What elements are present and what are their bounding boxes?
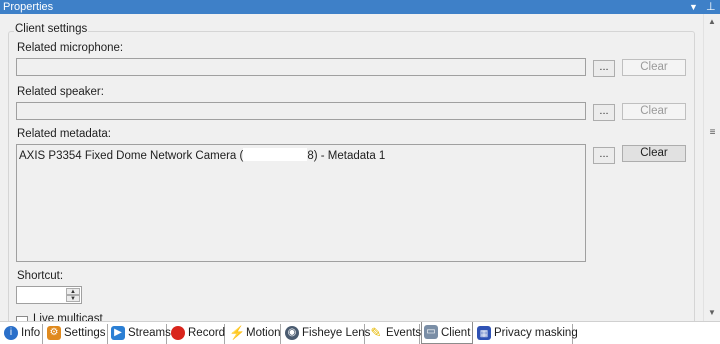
pin-icon[interactable]: ⊥ <box>706 0 716 14</box>
speaker-browse-button[interactable]: ... <box>593 104 615 121</box>
scroll-down-icon[interactable]: ▼ <box>704 305 720 321</box>
speaker-clear-button[interactable]: Clear <box>622 103 686 120</box>
tab-privacy-masking[interactable]: ▦ Privacy masking <box>475 324 578 344</box>
tab-fisheye-lens[interactable]: ◉ Fisheye Lens <box>283 324 370 344</box>
tab-record[interactable]: Record <box>169 324 225 344</box>
panel-title: Properties <box>3 1 54 13</box>
tab-client[interactable]: ▭ Client <box>421 322 473 344</box>
tab-info[interactable]: i Info <box>2 324 43 344</box>
tab-label: Events <box>386 327 422 339</box>
tab-label: Settings <box>64 327 106 339</box>
info-icon: i <box>4 326 18 340</box>
microphone-label: Related microphone: <box>17 42 124 54</box>
microphone-field[interactable] <box>16 58 586 76</box>
metadata-label: Related metadata: <box>17 128 111 140</box>
speaker-label: Related speaker: <box>17 86 104 98</box>
metadata-value-prefix: AXIS P3354 Fixed Dome Network Camera ( <box>19 150 244 162</box>
metadata-value-suffix: 8) - Metadata 1 <box>307 150 386 162</box>
chevron-down-icon[interactable]: ▼ <box>689 0 698 14</box>
speaker-field[interactable] <box>16 102 586 120</box>
settings-gear-icon: ⚙ <box>47 326 61 340</box>
fisheye-lens-icon: ◉ <box>285 326 299 340</box>
metadata-list[interactable]: AXIS P3354 Fixed Dome Network Camera ( 8)… <box>16 144 586 262</box>
tab-motion[interactable]: ⚡ Motion <box>227 324 281 344</box>
tab-label: Motion <box>246 327 281 339</box>
property-tab-bar: i Info ⚙ Settings ▶ Streams Record ⚡ Mot… <box>0 321 720 344</box>
tab-label: Streams <box>128 327 171 339</box>
stepper-down-icon[interactable]: ▼ <box>66 295 80 302</box>
record-icon <box>171 326 185 340</box>
vertical-scrollbar[interactable]: ▲ ≡ ▼ <box>703 14 720 321</box>
tab-label: Privacy masking <box>494 327 578 339</box>
scroll-grip-icon[interactable]: ≡ <box>708 128 717 138</box>
stepper-up-icon[interactable]: ▲ <box>66 288 80 295</box>
shortcut-label: Shortcut: <box>17 270 64 282</box>
tab-settings[interactable]: ⚙ Settings <box>45 324 108 344</box>
tab-label: Client <box>441 327 471 339</box>
scroll-up-icon[interactable]: ▲ <box>704 14 720 30</box>
tab-streams[interactable]: ▶ Streams <box>109 324 171 344</box>
events-icon: ✎ <box>370 325 382 340</box>
streams-icon: ▶ <box>111 326 125 340</box>
tab-label: Record <box>188 327 226 339</box>
tab-label: Fisheye Lens <box>302 327 371 339</box>
group-title: Client settings <box>14 23 89 35</box>
client-settings-content: Client settings Related microphone: ... … <box>0 14 703 321</box>
redacted-block <box>243 148 308 161</box>
motion-icon: ⚡ <box>229 325 246 340</box>
privacy-masking-icon: ▦ <box>477 326 491 340</box>
metadata-clear-button[interactable]: Clear <box>622 145 686 162</box>
shortcut-stepper[interactable]: ▲ ▼ <box>16 286 82 304</box>
client-monitor-icon: ▭ <box>424 325 438 339</box>
metadata-browse-button[interactable]: ... <box>593 147 615 164</box>
tab-label: Info <box>21 327 41 339</box>
panel-title-bar: Properties ▼ ⊥ <box>0 0 720 14</box>
tab-events[interactable]: ✎ Events <box>367 324 422 344</box>
live-multicast-label: Live multicast <box>33 313 103 321</box>
microphone-clear-button[interactable]: Clear <box>622 59 686 76</box>
microphone-browse-button[interactable]: ... <box>593 60 615 77</box>
